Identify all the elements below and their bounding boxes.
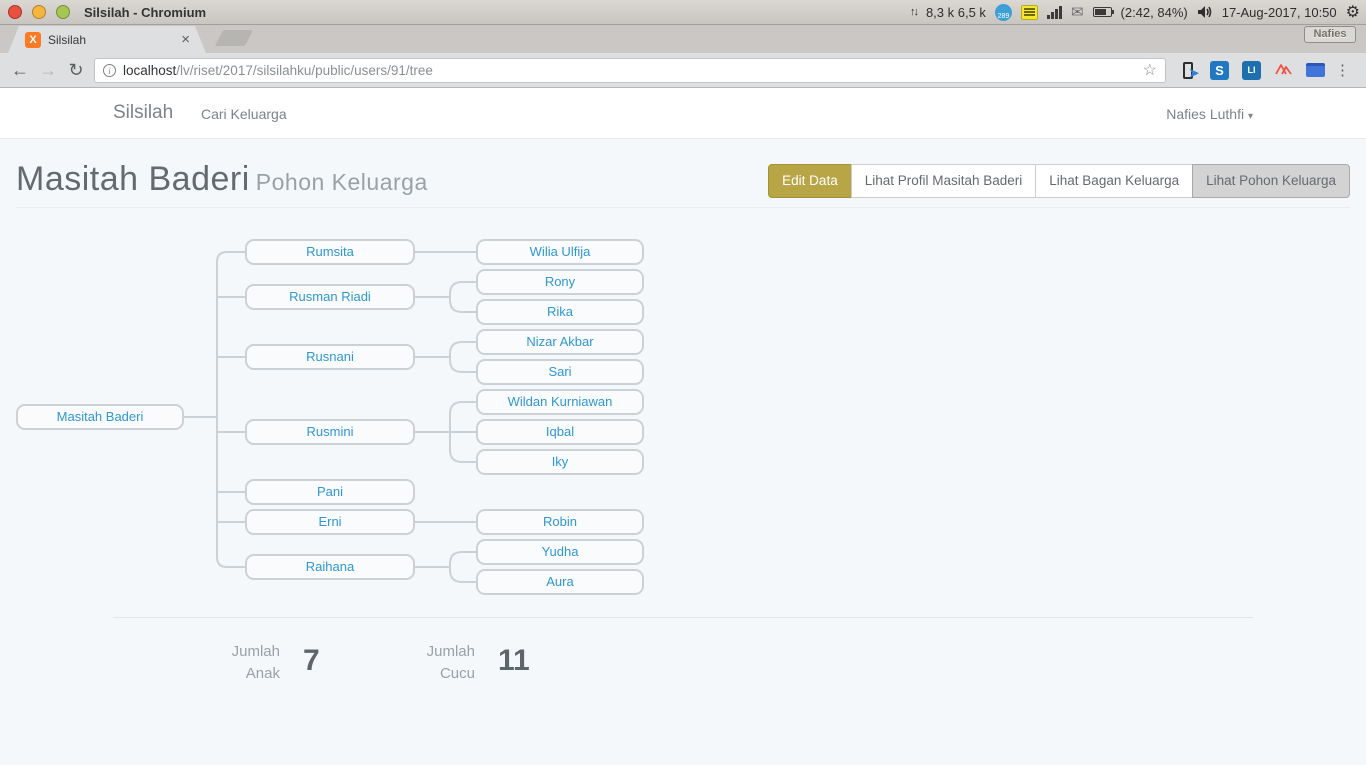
bookmark-star-icon[interactable]: ☆ (1143, 60, 1157, 80)
view-chart-button[interactable]: Lihat Bagan Keluarga (1035, 164, 1193, 198)
browser-tab[interactable]: X Silsilah × (8, 26, 206, 53)
messenger-indicator-icon[interactable]: 289 (995, 4, 1012, 21)
window-controls (8, 5, 70, 19)
window-minimize-button[interactable] (32, 5, 46, 19)
stat-label-cucu: JumlahCucu (375, 641, 475, 685)
user-dropdown[interactable]: Nafies Luthfi ▾ (1166, 106, 1253, 122)
url-path: /lv/riset/2017/silsilahku/public/users/9… (176, 63, 433, 78)
page-info-icon[interactable]: i (103, 64, 116, 77)
stats-divider (113, 617, 1253, 618)
network-traffic-stats: 8,3 k 6,5 k (926, 5, 986, 20)
url-text: localhost/lv/riset/2017/silsilahku/publi… (123, 63, 1143, 78)
mail-indicator-icon[interactable]: ✉ (1071, 3, 1084, 21)
os-top-panel: Silsilah - Chromium ↑↓ 8,3 k 6,5 k 289 ✉… (0, 0, 1366, 25)
s-extension-icon[interactable]: S (1210, 61, 1229, 80)
network-traffic-icon[interactable]: ↑↓ (910, 6, 917, 18)
new-tab-button[interactable] (215, 30, 254, 46)
tree-node-child[interactable]: Erni (245, 509, 415, 535)
desktop-user-badge: Nafies (1304, 26, 1356, 43)
stat-value-anak: 7 (303, 644, 320, 678)
battery-icon[interactable] (1093, 7, 1112, 17)
pushbullet-extension-icon[interactable]: ➤ (1178, 61, 1197, 80)
tree-node-child[interactable]: Raihana (245, 554, 415, 580)
system-tray: ↑↓ 8,3 k 6,5 k 289 ✉ (2:42, 84%) 17-Aug-… (910, 2, 1366, 22)
address-bar[interactable]: i localhost/lv/riset/2017/silsilahku/pub… (94, 58, 1166, 83)
back-button[interactable]: ← (6, 60, 34, 81)
tree-node-child[interactable]: Pani (245, 479, 415, 505)
tree-node-grandchild[interactable]: Rony (476, 269, 644, 295)
tree-node-grandchild[interactable]: Yudha (476, 539, 644, 565)
tree-node-grandchild[interactable]: Nizar Akbar (476, 329, 644, 355)
action-button-group: Edit Data Lihat Profil Masitah Baderi Li… (768, 164, 1350, 198)
window-maximize-button[interactable] (56, 5, 70, 19)
edit-data-button[interactable]: Edit Data (768, 164, 852, 198)
tree-node-grandchild[interactable]: Aura (476, 569, 644, 595)
window-close-button[interactable] (8, 5, 22, 19)
battery-status: (2:42, 84%) (1121, 5, 1188, 20)
user-name: Nafies Luthfi (1166, 106, 1244, 122)
screen: Silsilah - Chromium ↑↓ 8,3 k 6,5 k 289 ✉… (0, 0, 1366, 765)
tree-node-child[interactable]: Rusman Riadi (245, 284, 415, 310)
tree-node-child[interactable]: Rusnani (245, 344, 415, 370)
xampp-favicon-icon: X (25, 32, 41, 48)
tasklist-indicator-icon[interactable] (1021, 5, 1038, 20)
volume-icon[interactable] (1197, 5, 1213, 19)
laravel-extension-icon[interactable] (1274, 62, 1293, 78)
tree-node-grandchild[interactable]: Wilia Ulfija (476, 239, 644, 265)
chevron-down-icon: ▾ (1248, 111, 1253, 122)
signal-strength-icon[interactable] (1047, 6, 1062, 19)
url-host: localhost (123, 63, 176, 78)
tree-node-grandchild[interactable]: Rika (476, 299, 644, 325)
reload-button[interactable]: ↻ (62, 60, 90, 81)
tree-node-grandchild[interactable]: Iky (476, 449, 644, 475)
tree-node-grandchild[interactable]: Wildan Kurniawan (476, 389, 644, 415)
tree-node-child[interactable]: Rumsita (245, 239, 415, 265)
forward-button[interactable]: → (34, 60, 62, 81)
window-title: Silsilah - Chromium (84, 5, 206, 20)
settings-gear-icon[interactable]: ⚙ (1346, 2, 1360, 22)
view-tree-button[interactable]: Lihat Pohon Keluarga (1192, 164, 1350, 198)
tab-close-icon[interactable]: × (181, 33, 190, 47)
view-profile-button[interactable]: Lihat Profil Masitah Baderi (851, 164, 1037, 198)
browser-tab-strip: X Silsilah × (0, 25, 1366, 53)
tab-title: Silsilah (48, 33, 181, 47)
li-extension-icon[interactable]: LI (1242, 61, 1261, 80)
page-content: Silsilah Cari Keluarga Nafies Luthfi ▾ M… (0, 88, 1366, 765)
browser-toolbar: ← → ↻ i localhost/lv/riset/2017/silsilah… (0, 53, 1366, 88)
stat-label-anak: JumlahAnak (180, 641, 280, 685)
tree-node-grandchild[interactable]: Robin (476, 509, 644, 535)
stat-value-cucu: 11 (498, 644, 530, 678)
blue-extension-icon[interactable] (1306, 63, 1325, 77)
browser-menu-icon[interactable]: ⋮ (1335, 61, 1350, 79)
tree-node-root[interactable]: Masitah Baderi (16, 404, 184, 430)
clock: 17-Aug-2017, 10:50 (1222, 5, 1337, 20)
tree-node-grandchild[interactable]: Iqbal (476, 419, 644, 445)
tree-node-child[interactable]: Rusmini (245, 419, 415, 445)
extension-icons: ➤ S LI (1178, 61, 1325, 80)
tree-node-grandchild[interactable]: Sari (476, 359, 644, 385)
